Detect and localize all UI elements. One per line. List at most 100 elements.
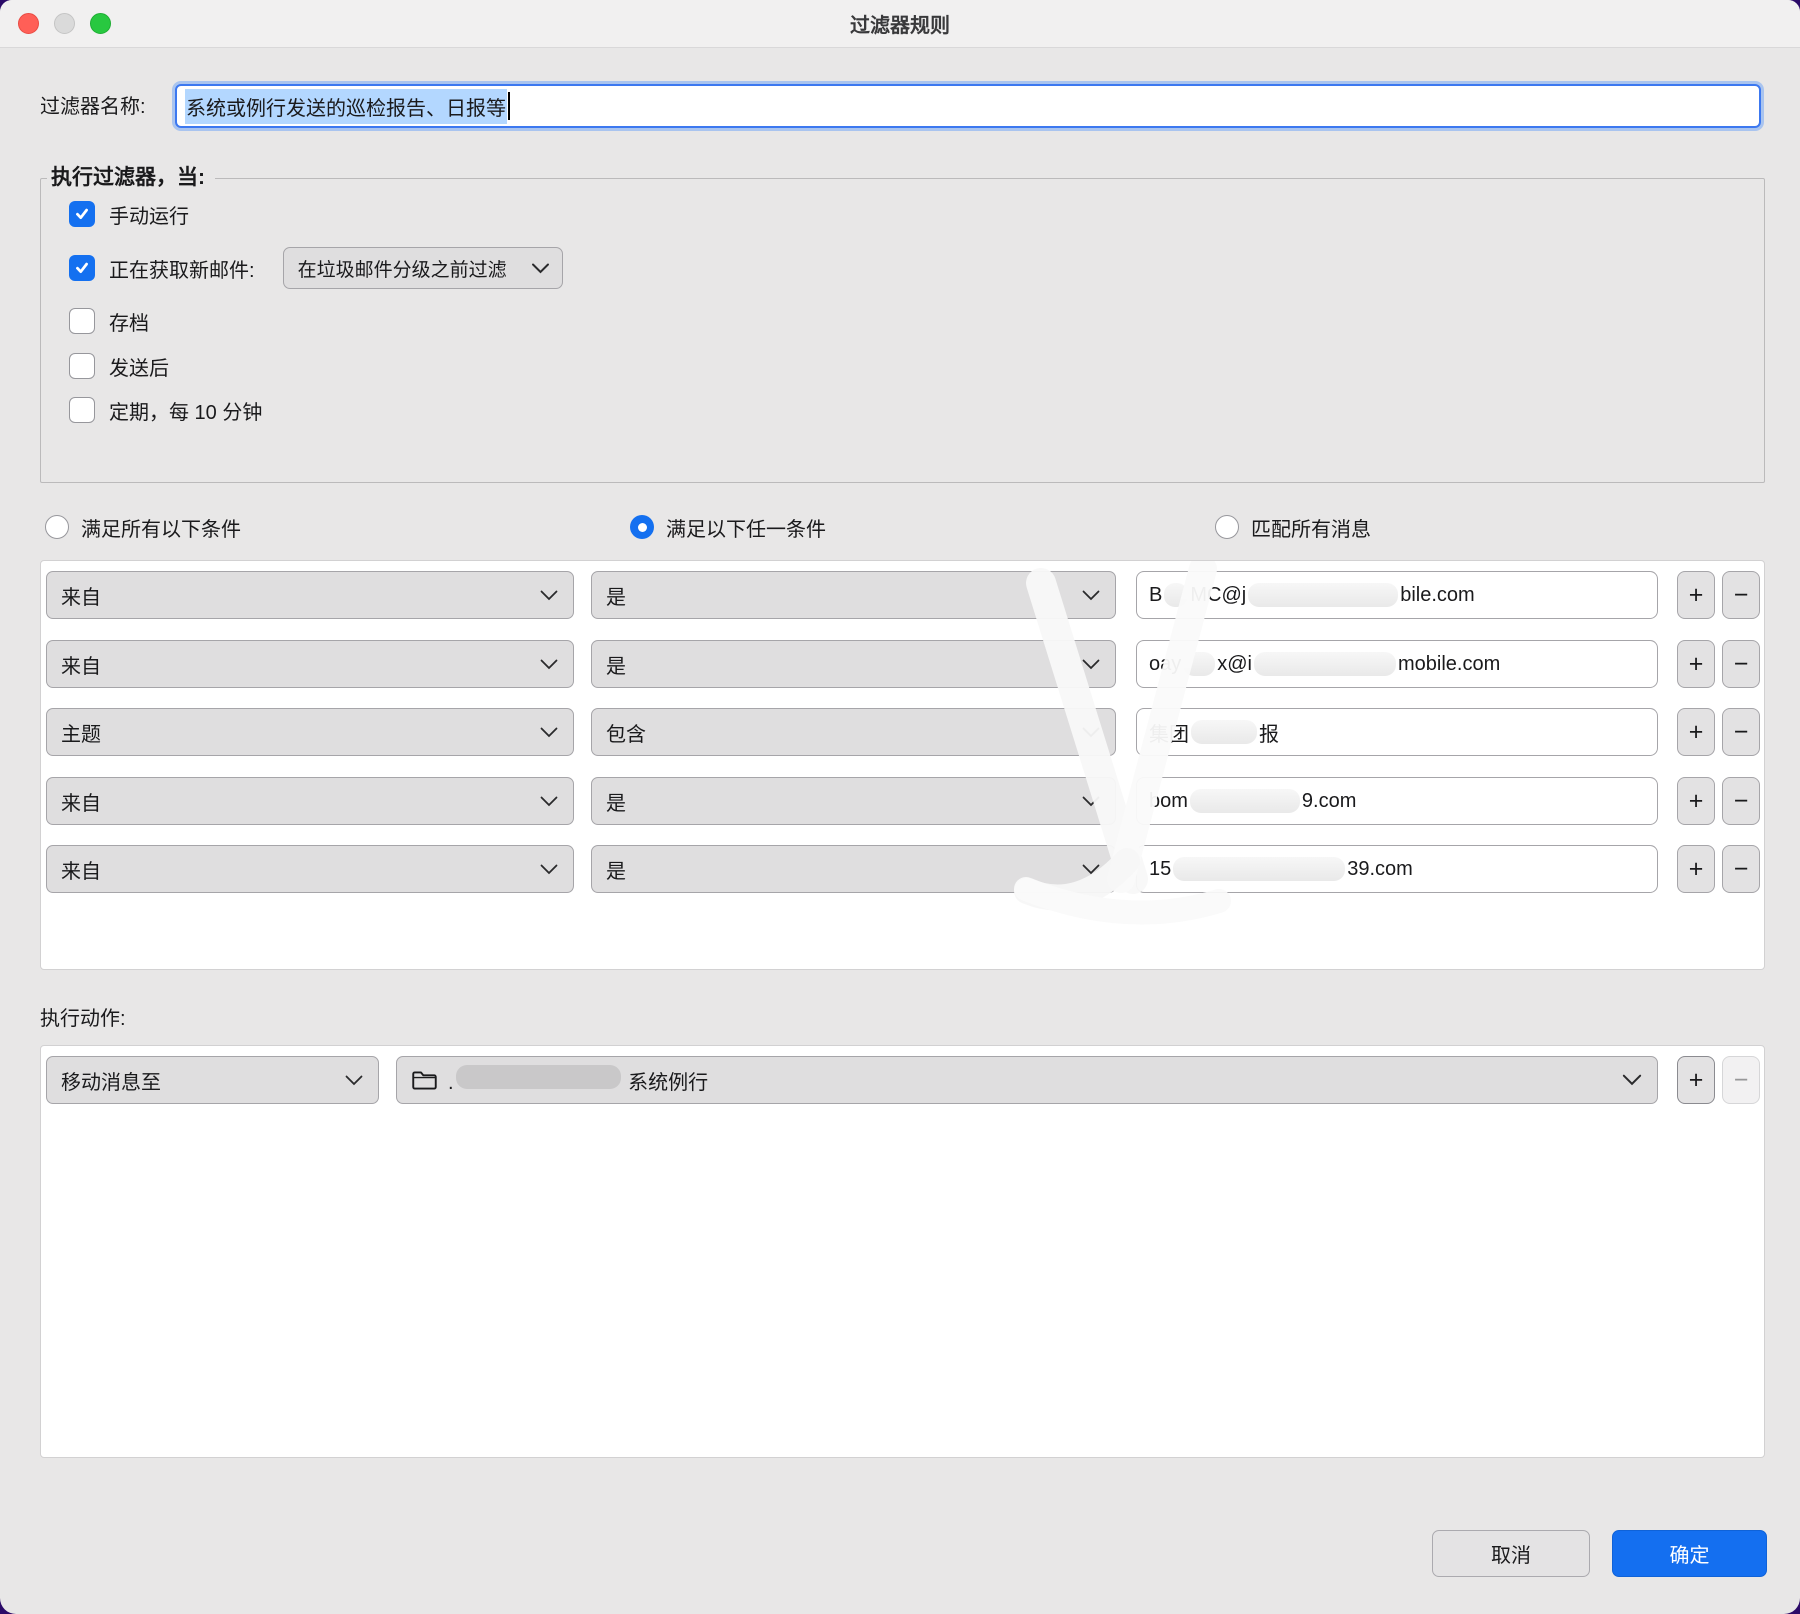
condition-value-input[interactable]: 1539.com (1136, 845, 1658, 893)
remove-condition-button[interactable]: − (1722, 571, 1760, 619)
when-checkbox-row: 存档 (69, 304, 149, 338)
value-text: 9.com (1302, 790, 1356, 813)
value-text: 集团 (1149, 718, 1189, 747)
condition-value-input[interactable]: BMC@jbile.com (1136, 571, 1658, 619)
remove-condition-button[interactable]: − (1722, 708, 1760, 756)
chevron-down-icon (539, 864, 559, 875)
remove-condition-button[interactable]: − (1722, 845, 1760, 893)
checkbox-label: 正在获取新邮件: (109, 254, 255, 283)
action-type-select[interactable]: 移动消息至 (46, 1056, 379, 1104)
remove-condition-button[interactable]: − (1722, 777, 1760, 825)
condition-field-value: 来自 (61, 787, 101, 816)
value-text: 39.com (1347, 858, 1413, 881)
checkbox[interactable] (69, 397, 95, 423)
check-icon (74, 206, 90, 222)
condition-operator-select[interactable]: 是 (591, 571, 1116, 619)
condition-value-input[interactable]: 集团 报 (1136, 708, 1658, 756)
add-condition-button[interactable]: + (1677, 845, 1715, 893)
radio-icon (630, 515, 654, 539)
condition-field-select[interactable]: 来自 (46, 845, 574, 893)
redaction-scribble (41, 561, 1766, 971)
chevron-down-icon (539, 727, 559, 738)
value-text: B (1149, 584, 1162, 607)
radio-icon (45, 515, 69, 539)
when-checkbox-row: 定期，每 10 分钟 (69, 393, 262, 427)
remove-condition-button[interactable]: − (1722, 640, 1760, 688)
redaction-blob (456, 1065, 621, 1089)
checkbox-label: 定期，每 10 分钟 (109, 396, 262, 425)
checkbox[interactable] (69, 201, 95, 227)
chevron-down-icon (1081, 727, 1101, 738)
condition-row: 来自 是 bom9.com + − (41, 777, 1764, 825)
condition-field-select[interactable]: 来自 (46, 571, 574, 619)
junk-timing-value: 在垃圾邮件分级之前过滤 (298, 255, 507, 282)
redaction-blob (1183, 652, 1215, 676)
action-target-select[interactable]: . 系统例行 (396, 1056, 1658, 1104)
checkbox[interactable] (69, 308, 95, 334)
redaction-blob (1164, 583, 1188, 607)
remove-action-button: − (1722, 1056, 1760, 1104)
condition-field-value: 来自 (61, 650, 101, 679)
action-target-value: . 系统例行 (448, 1065, 708, 1095)
condition-field-select[interactable]: 来自 (46, 777, 574, 825)
close-button[interactable] (18, 13, 39, 34)
condition-field-select[interactable]: 主题 (46, 708, 574, 756)
condition-operator-select[interactable]: 是 (591, 640, 1116, 688)
condition-operator-value: 是 (606, 581, 626, 610)
window-title: 过滤器规则 (850, 9, 950, 38)
match-mode-radio[interactable]: 匹配所有消息 (1215, 509, 1371, 545)
action-type-value: 移动消息至 (61, 1066, 161, 1095)
add-condition-button[interactable]: + (1677, 777, 1715, 825)
redaction-blob (1248, 583, 1398, 607)
junk-timing-select[interactable]: 在垃圾邮件分级之前过滤 (283, 247, 563, 289)
filter-rules-dialog: 过滤器规则 过滤器名称: 系统或例行发送的巡检报告、日报等 执行过滤器，当: 手… (0, 0, 1800, 1614)
chevron-down-icon (539, 796, 559, 807)
chevron-down-icon (1621, 1074, 1643, 1086)
filter-name-label: 过滤器名称: (40, 85, 146, 129)
checkbox[interactable] (69, 353, 95, 379)
checkbox[interactable] (69, 255, 95, 281)
checkbox-label: 发送后 (109, 352, 169, 381)
match-mode-radio[interactable]: 满足所有以下条件 (45, 509, 241, 545)
condition-row: 来自 是 oayx@imobile.com + − (41, 640, 1764, 688)
cancel-button[interactable]: 取消 (1432, 1530, 1590, 1577)
redaction-blob (1190, 789, 1300, 813)
apply-filter-when-legend: 执行过滤器，当: (47, 161, 215, 195)
add-action-button[interactable]: + (1677, 1056, 1715, 1104)
value-text: 系统例行 (623, 1072, 709, 1094)
ok-button[interactable]: 确定 (1612, 1530, 1767, 1577)
condition-value-input[interactable]: oayx@imobile.com (1136, 640, 1658, 688)
radio-label: 匹配所有消息 (1251, 513, 1371, 542)
add-condition-button[interactable]: + (1677, 640, 1715, 688)
condition-operator-select[interactable]: 是 (591, 777, 1116, 825)
chevron-down-icon (1081, 796, 1101, 807)
radio-label: 满足所有以下条件 (81, 513, 241, 542)
redaction-blob (1254, 652, 1396, 676)
condition-operator-value: 是 (606, 787, 626, 816)
condition-field-select[interactable]: 来自 (46, 640, 574, 688)
apply-filter-when-group: 执行过滤器，当: 手动运行 正在获取新邮件: 在垃圾邮件分级之前过滤 存档 (40, 178, 1765, 483)
redaction-blob (1191, 720, 1257, 744)
add-condition-button[interactable]: + (1677, 708, 1715, 756)
chevron-down-icon (1081, 864, 1101, 875)
match-mode-radio[interactable]: 满足以下任一条件 (630, 509, 826, 545)
filter-name-input[interactable]: 系统或例行发送的巡检报告、日报等 (175, 84, 1761, 128)
zoom-button[interactable] (90, 13, 111, 34)
perform-actions-label: 执行动作: (40, 1001, 126, 1037)
condition-operator-select[interactable]: 包含 (591, 708, 1116, 756)
condition-row: 来自 是 BMC@jbile.com + − (41, 571, 1764, 619)
check-icon (74, 260, 90, 276)
match-mode-radios: 满足所有以下条件 满足以下任一条件 匹配所有消息 (40, 509, 1765, 545)
value-text: 报 (1259, 718, 1279, 747)
minimize-button (54, 13, 75, 34)
condition-operator-value: 包含 (606, 718, 646, 747)
add-condition-button[interactable]: + (1677, 571, 1715, 619)
condition-field-value: 来自 (61, 855, 101, 884)
when-checkbox-row: 发送后 (69, 349, 169, 383)
actions-list: 移动消息至 . 系统例行 + − (40, 1045, 1765, 1458)
condition-operator-select[interactable]: 是 (591, 845, 1116, 893)
value-text: bile.com (1400, 584, 1474, 607)
chevron-down-icon (1081, 590, 1101, 601)
condition-value-input[interactable]: bom9.com (1136, 777, 1658, 825)
folder-icon (411, 1069, 438, 1092)
